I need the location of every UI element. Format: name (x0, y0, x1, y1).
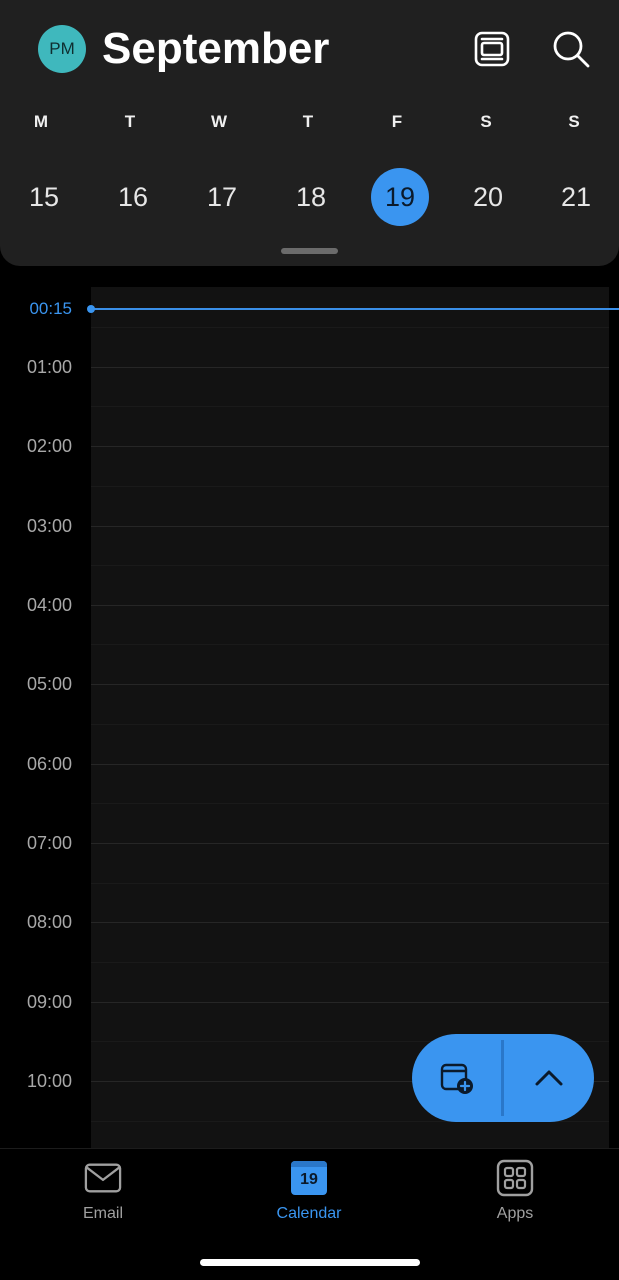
week-day-row: 15 16 17 18 19 20 21 (0, 168, 619, 226)
day-view-icon (474, 31, 510, 67)
hour-line (91, 764, 609, 765)
hour-line (91, 684, 609, 685)
hour-line (91, 1002, 609, 1003)
half-hour-line (91, 406, 609, 407)
timeline-grid[interactable] (91, 287, 609, 1148)
hour-line (91, 446, 609, 447)
weekday-label: F (391, 112, 403, 131)
hour-label: 04:00 (26, 595, 72, 615)
day-cell[interactable]: 18 (282, 168, 340, 226)
nav-item-email[interactable]: Email (43, 1159, 163, 1229)
nav-item-apps[interactable]: Apps (455, 1159, 575, 1229)
chevron-up-icon (535, 1070, 563, 1086)
weekday-row: M T W T F S S (0, 112, 619, 136)
nav-label-apps: Apps (496, 1205, 534, 1222)
hour-line (91, 843, 609, 844)
hour-label: 08:00 (26, 912, 72, 932)
calendar-badge-top (291, 1161, 327, 1167)
hour-label: 09:00 (26, 992, 72, 1012)
calendar-badge-number: 19 (300, 1171, 318, 1188)
calendar-app: PM September M T W T F S S 15 16 17 18 1… (0, 0, 619, 1280)
half-hour-line (91, 565, 609, 566)
month-title[interactable]: September (102, 22, 329, 76)
half-hour-line (91, 644, 609, 645)
weekday-label: S (480, 112, 492, 131)
day-timeline[interactable]: 00:15 01:00 02:00 03:00 04:00 05:00 06:0… (0, 266, 619, 1148)
calendar-header: PM September M T W T F S S 15 16 17 18 1… (0, 0, 619, 266)
day-cell[interactable]: 17 (193, 168, 251, 226)
view-switch-button[interactable] (470, 27, 514, 71)
hour-label: 07:00 (26, 833, 72, 853)
half-hour-line (91, 803, 609, 804)
half-hour-line (91, 486, 609, 487)
weekday-label: T (302, 112, 314, 131)
hour-label: 05:00 (26, 674, 72, 694)
expand-button[interactable] (504, 1034, 594, 1122)
selected-day-cell[interactable]: 19 (371, 168, 429, 226)
hour-label: 10:00 (26, 1071, 72, 1091)
new-event-button[interactable] (412, 1034, 502, 1122)
hour-label: 02:00 (26, 436, 72, 456)
nav-item-calendar[interactable]: 19 Calendar (249, 1159, 369, 1229)
calendar-badge: 19 (291, 1161, 327, 1195)
day-cell[interactable]: 15 (15, 168, 73, 226)
weekday-label: W (210, 112, 228, 131)
profile-avatar[interactable]: PM (38, 25, 86, 73)
hour-line (91, 526, 609, 527)
day-cell[interactable]: 21 (547, 168, 605, 226)
avatar-initials: PM (49, 39, 75, 58)
hour-line (91, 922, 609, 923)
hour-label: 03:00 (26, 516, 72, 536)
day-cell[interactable]: 16 (104, 168, 162, 226)
search-button[interactable] (549, 27, 593, 71)
mail-icon (84, 1159, 122, 1197)
current-time-dot (87, 305, 95, 313)
header-drag-handle[interactable] (281, 248, 338, 254)
calendar-icon: 19 (290, 1159, 328, 1197)
calendar-add-icon (440, 1063, 473, 1094)
hour-line (91, 367, 609, 368)
half-hour-line (91, 962, 609, 963)
hour-label: 01:00 (26, 357, 72, 377)
nav-label-email: Email (82, 1205, 123, 1222)
half-hour-line (91, 327, 609, 328)
day-cell[interactable]: 20 (459, 168, 517, 226)
half-hour-line (91, 883, 609, 884)
half-hour-line (91, 724, 609, 725)
apps-grid-icon (496, 1159, 534, 1197)
weekday-label: S (568, 112, 580, 131)
current-time-label: 00:15 (29, 299, 72, 318)
weekday-label: T (124, 112, 136, 131)
weekday-label: M (33, 112, 49, 131)
floating-action-button (412, 1034, 594, 1122)
search-icon (553, 31, 590, 68)
nav-label-calendar: Calendar (276, 1205, 342, 1222)
current-time-line (91, 308, 619, 310)
home-indicator[interactable] (200, 1259, 420, 1266)
hour-label: 06:00 (26, 754, 72, 774)
hour-line (91, 605, 609, 606)
